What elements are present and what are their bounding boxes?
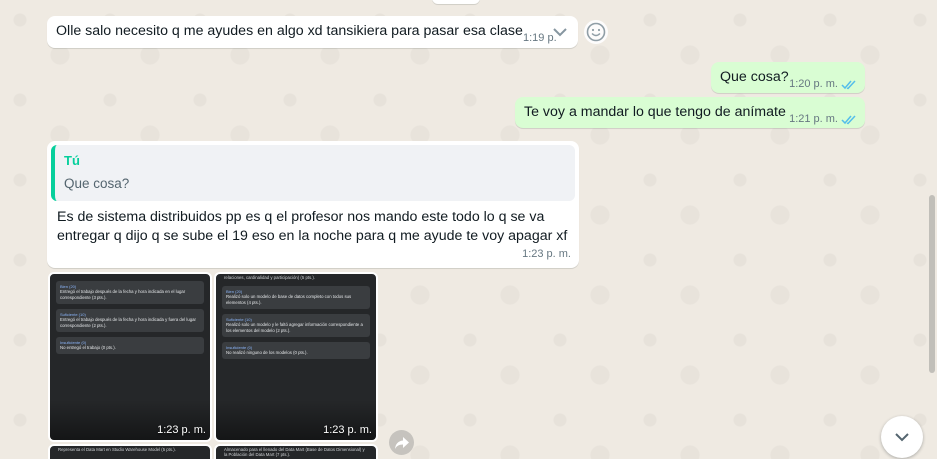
message-meta: 1:21 p. m.	[789, 110, 857, 129]
rubric-card: Suficiente (10) Entregó el trabajo despu…	[56, 309, 204, 332]
image-attachment[interactable]: Representa el Data Mart en Studio Wareho…	[48, 444, 212, 459]
rubric-card: Suficiente (10) Realizó solo un modelo y…	[222, 314, 370, 337]
scrollbar-thumb[interactable]	[929, 195, 935, 373]
image-attachment[interactable]: Bien (20) Entregó el trabajo después de …	[48, 272, 212, 442]
rubric-description: Entregó el trabajo después de la fecha y…	[60, 289, 186, 300]
previous-message-edge	[432, 0, 480, 4]
rubric-description: Entregó el trabajo después de la fecha y…	[60, 317, 196, 328]
message-text: Olle salo necesito q me ayudes en algo x…	[56, 23, 523, 39]
message-text: Te voy a mandar lo que tengo de anímate	[524, 104, 786, 120]
forward-icon[interactable]	[389, 430, 414, 455]
double-check-icon	[841, 80, 856, 90]
image-attachment[interactable]: relaciones, cardinalidad y participación…	[214, 272, 378, 442]
message-text: Es de sistema distribuidos pp es q el pr…	[57, 209, 568, 244]
message-time: 1:21 p. m.	[789, 113, 838, 125]
image-time: 1:23 p. m.	[157, 424, 206, 436]
image-time: 1:23 p. m.	[323, 424, 372, 436]
rubric-description: Realizó solo un modelo y le faltó agrega…	[226, 322, 363, 333]
rubric-card: Insuficiente (0) No entregó el trabajo (…	[56, 337, 204, 354]
quote-text: Que cosa?	[64, 176, 130, 191]
message-time: 1:20 p. m.	[789, 78, 838, 90]
chevron-down-icon	[895, 433, 909, 442]
double-check-icon	[841, 115, 856, 125]
rubric-card: Insuficiente (0) No realizó ninguno de l…	[222, 342, 370, 359]
rubric-partial-text: relaciones, cardinalidad y participación…	[224, 275, 315, 280]
message-text: Que cosa?	[720, 69, 789, 85]
incoming-reply-message[interactable]: Tú Que cosa? Es de sistema distribuidos …	[47, 141, 579, 268]
rubric-card: Bien (20) Entregó el trabajo después de …	[56, 281, 204, 304]
rubric-description: No realizó ninguno de los modelos (0 pts…	[226, 350, 308, 355]
scroll-to-bottom-button[interactable]	[881, 416, 923, 458]
quote-author: Tú	[64, 153, 80, 168]
outgoing-message[interactable]: Que cosa? 1:20 p. m.	[711, 62, 865, 93]
rubric-description: Realizó solo un modelo de base de datos …	[226, 294, 352, 305]
incoming-message[interactable]: Olle salo necesito q me ayudes en algo x…	[47, 16, 578, 48]
quoted-message[interactable]: Tú Que cosa?	[51, 145, 575, 201]
rubric-card: Bien (20) Realizó solo un modelo de base…	[222, 286, 370, 309]
chevron-down-icon[interactable]	[551, 23, 569, 41]
rubric-partial-text: Representa el Data Mart en Studio Wareho…	[58, 447, 176, 452]
message-time: 1:23 p. m.	[522, 248, 571, 260]
rubric-description: No entregó el trabajo (0 pts.).	[60, 345, 116, 350]
image-attachment[interactable]: Almacenado para el llenado del Data Mart…	[214, 444, 378, 459]
emoji-icon[interactable]	[584, 20, 608, 44]
outgoing-message[interactable]: Te voy a mandar lo que tengo de anímate …	[515, 97, 865, 128]
message-meta: 1:20 p. m.	[789, 75, 857, 94]
rubric-partial-text: Almacenado para el llenado del Data Mart…	[224, 447, 365, 457]
